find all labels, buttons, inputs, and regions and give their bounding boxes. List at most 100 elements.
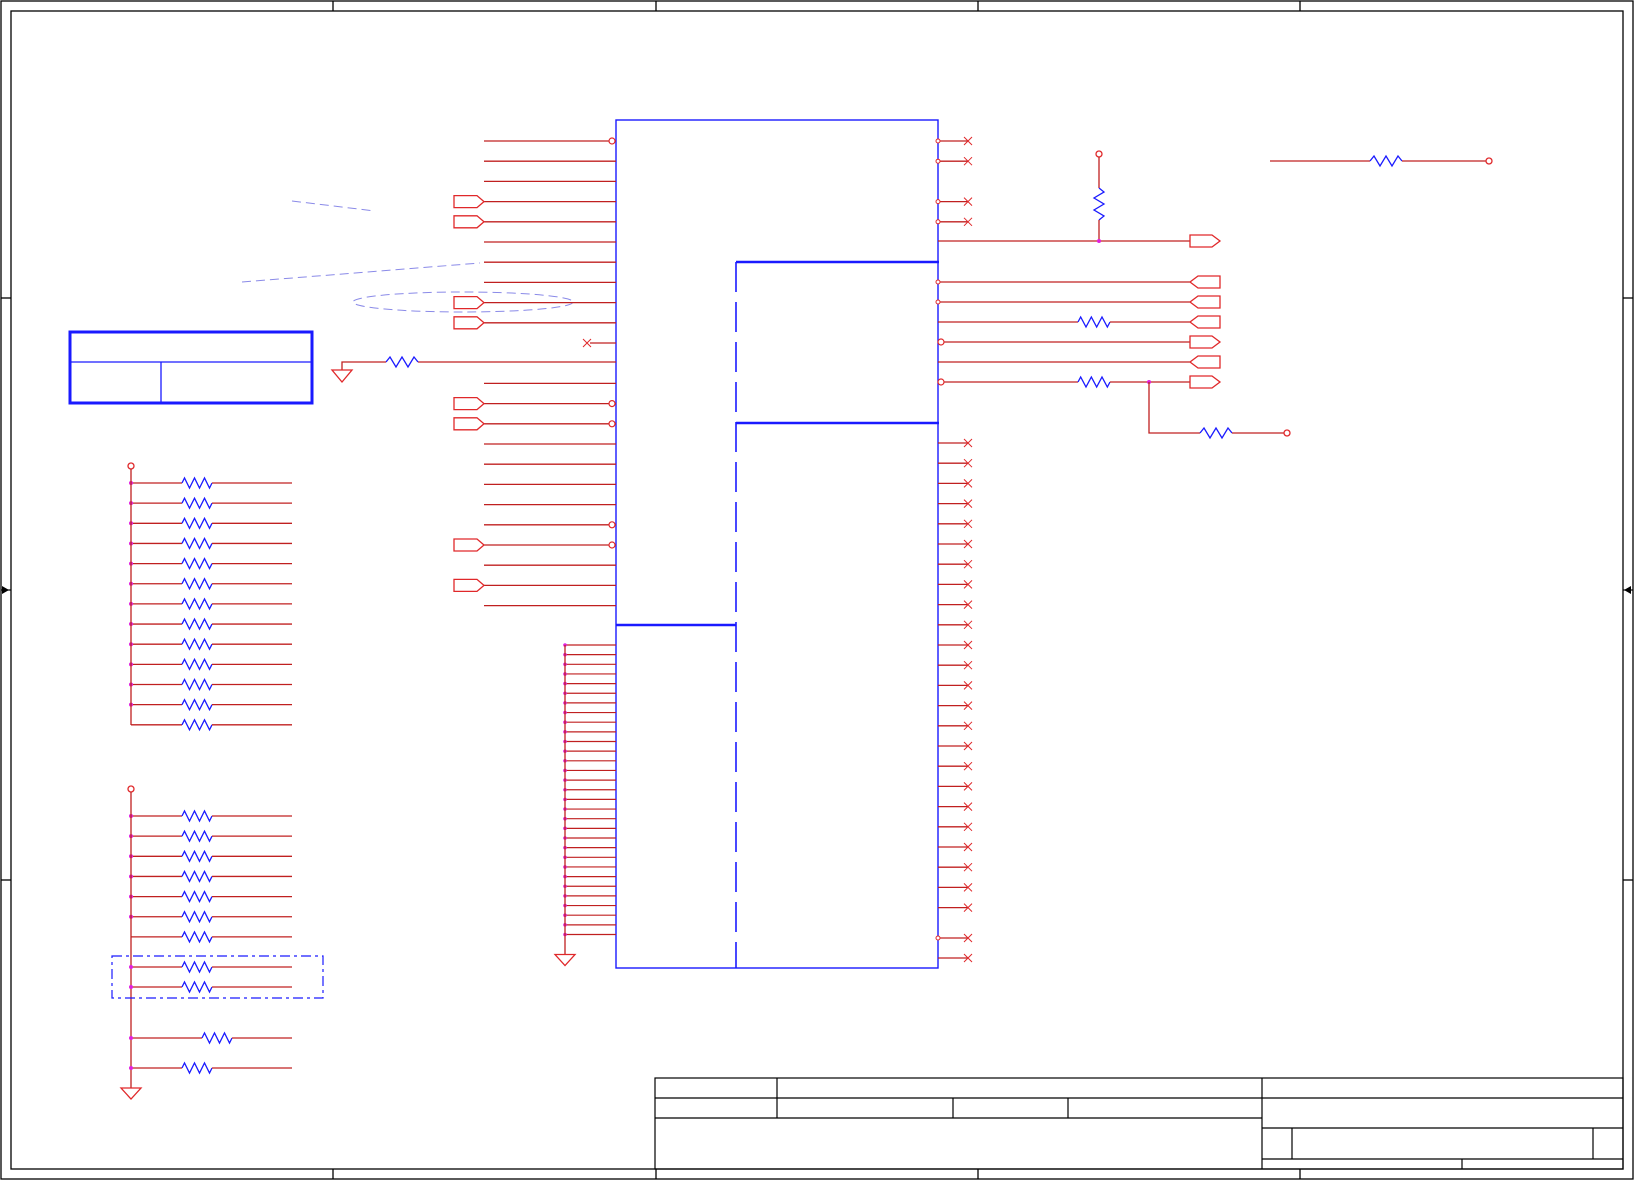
right-pin (938, 802, 973, 811)
resistor-symbol (181, 496, 213, 510)
right-pin (938, 681, 973, 690)
port-out-flag (1189, 335, 1222, 349)
series-resistor-top-right (1270, 154, 1493, 168)
dashed-selection-box (111, 955, 324, 999)
right-pin (935, 136, 973, 146)
pin-open-circle (608, 541, 616, 549)
right-pin (938, 438, 973, 448)
resistor-symbol (181, 536, 213, 550)
resistor-symbol (181, 678, 213, 691)
annotation-strokes (241, 200, 574, 313)
port-in-flag (453, 396, 485, 411)
pullup-vertical (1092, 150, 1106, 243)
pin-dot (935, 279, 941, 285)
resistor-symbol (181, 516, 213, 530)
resistor-symbol (181, 960, 213, 974)
right-signal-net (938, 234, 1222, 248)
left-pin (453, 215, 616, 229)
port-in-flag (453, 417, 485, 431)
port-in-flag (1188, 295, 1221, 309)
drawing-frame (0, 0, 1634, 1180)
right-signal-net (937, 335, 1222, 349)
right-pin (935, 217, 973, 227)
left-pin-group (453, 137, 616, 607)
no-connect-mark (582, 338, 592, 348)
resistor-symbol (1077, 375, 1111, 389)
right-pin (938, 458, 973, 468)
right-pin (938, 660, 973, 670)
right-pin (938, 580, 973, 589)
left-pin (453, 194, 616, 209)
resistor-symbol (181, 869, 213, 883)
junction-dot (129, 1066, 133, 1070)
left-pin (453, 538, 616, 552)
resistor-bank-group (111, 462, 324, 1100)
resistor-symbol (181, 657, 213, 671)
right-pin (938, 721, 973, 731)
schematic-sheet (0, 0, 1634, 1180)
port-in-flag (453, 215, 485, 229)
right-pin (938, 953, 973, 963)
left-pin (453, 396, 616, 411)
pin-open-circle (608, 137, 616, 145)
junction-dot (129, 1036, 133, 1040)
right-signal-net (935, 275, 1221, 289)
left-pin (453, 316, 616, 330)
right-pin (938, 499, 973, 508)
right-signal-net (935, 295, 1221, 309)
right-pin (938, 862, 973, 872)
left-pin (453, 295, 616, 310)
right-pin (938, 620, 973, 630)
pin-open-circle (937, 378, 945, 386)
resistor-symbol (181, 849, 213, 863)
resistor-symbol (181, 597, 213, 611)
junction-dot (129, 985, 133, 989)
resistor-symbol (181, 809, 213, 823)
right-pin (938, 559, 973, 569)
resistor-symbol (181, 577, 213, 591)
pin-dot (935, 935, 941, 941)
pin-dot (935, 199, 941, 205)
port-in-flag (453, 578, 485, 593)
port-out-flag (1189, 375, 1222, 389)
right-signal-net (938, 355, 1221, 369)
right-pin (938, 761, 973, 771)
resistor-symbol (181, 910, 213, 924)
right-pin (938, 479, 973, 488)
pin-open-circle (608, 420, 616, 428)
bank-upper (127, 462, 292, 732)
resistor-symbol (201, 1031, 233, 1045)
power-circle (127, 785, 135, 793)
port-in-flag (453, 538, 485, 552)
ground-symbol (553, 953, 577, 967)
pin-open-circle (608, 400, 616, 408)
right-pin (938, 600, 973, 609)
port-in-flag (1188, 315, 1221, 329)
left-pin (484, 137, 616, 145)
resistor-symbol (181, 718, 213, 732)
pin-open-circle (937, 338, 945, 346)
resistor-symbol (181, 617, 213, 631)
resistor-symbol (1077, 315, 1111, 329)
pin-open-circle (608, 521, 616, 529)
port-in-flag (453, 316, 485, 330)
resistor-symbol (181, 557, 213, 571)
right-pin (938, 903, 973, 912)
legend-table (68, 330, 314, 405)
right-pin (935, 933, 973, 943)
pin-dot (935, 299, 941, 305)
left-pin (453, 417, 616, 431)
pulldown-resistor-left (330, 355, 616, 384)
power-circle (127, 462, 135, 470)
center-arrow-left (1, 586, 11, 594)
right-pin (938, 701, 973, 710)
title-block (654, 1077, 1624, 1170)
resistor-symbol (181, 476, 213, 490)
right-pin (938, 842, 973, 852)
resistor-symbol (181, 930, 213, 944)
left-pin (582, 338, 616, 348)
right-pin (935, 156, 973, 166)
resistor-symbol (181, 698, 213, 712)
right-signal-net (937, 375, 1222, 389)
resistor-symbol (181, 980, 213, 994)
